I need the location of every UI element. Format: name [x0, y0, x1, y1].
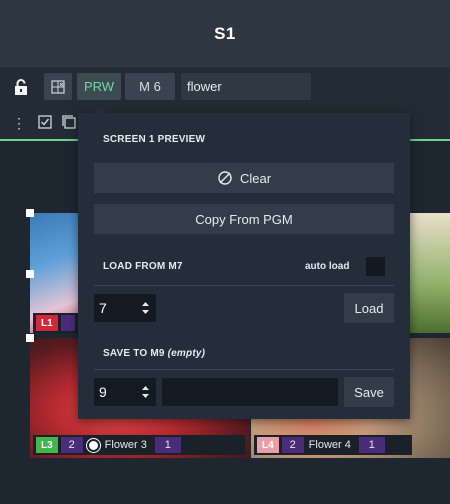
layer-tag: L1 — [36, 315, 58, 331]
save-memory-value: 9 — [99, 384, 107, 400]
stepper-arrows-icon[interactable] — [141, 300, 150, 316]
memory-name-field[interactable] — [181, 73, 311, 100]
layer-4-label-bar: L4 2 Flower 4 1 — [254, 435, 412, 455]
auto-load-label: auto load — [305, 261, 350, 272]
resize-handle[interactable] — [26, 209, 34, 217]
copy-check-icon[interactable] — [62, 115, 76, 129]
load-memory-stepper[interactable]: 7 — [94, 294, 156, 322]
checklist-icon[interactable] — [38, 115, 52, 129]
layer-number: 2 — [281, 437, 304, 453]
divider — [94, 285, 394, 286]
more-icon[interactable]: ⋮ — [12, 115, 26, 132]
resize-handle[interactable] — [26, 334, 34, 342]
preview-section-title: SCREEN 1 PREVIEW — [103, 134, 206, 145]
layer-tag: L3 — [36, 437, 58, 453]
auto-load-checkbox[interactable] — [366, 257, 385, 276]
memory-button[interactable]: M 6 — [125, 73, 175, 100]
popup-caret — [93, 106, 107, 113]
layer-1-label-bar: L1 — [33, 313, 83, 333]
load-section-title: LOAD FROM M7 — [103, 261, 183, 272]
stepper-arrows-icon[interactable] — [141, 384, 150, 400]
save-memory-stepper[interactable]: 9 — [94, 378, 156, 406]
layer-count: 1 — [358, 437, 385, 453]
layer-number: 2 — [60, 437, 83, 453]
layer-tag: L4 — [257, 437, 279, 453]
clear-button[interactable]: Clear — [94, 163, 394, 193]
save-name-input[interactable] — [162, 378, 338, 406]
resize-handle[interactable] — [26, 270, 34, 278]
toolbar: PRW M 6 — [0, 67, 450, 109]
layer-2-thumbnail[interactable] — [410, 213, 450, 333]
layer-count: 1 — [154, 437, 181, 453]
layout-button[interactable] — [44, 73, 72, 100]
lock-icon[interactable] — [14, 79, 28, 95]
title-bar: S1 — [0, 0, 450, 67]
window-title: S1 — [214, 23, 236, 43]
layer-name: Flower 3 — [104, 439, 147, 451]
load-button[interactable]: Load — [344, 293, 394, 323]
copy-from-pgm-button[interactable]: Copy From PGM — [94, 204, 394, 234]
layer-3-label-bar: L3 2 Flower 3 1 — [33, 435, 245, 455]
screen-preview-popup: SCREEN 1 PREVIEW Clear Copy From PGM LOA… — [78, 106, 410, 419]
clear-label: Clear — [239, 170, 272, 186]
layer-number — [60, 315, 75, 331]
divider — [94, 369, 394, 370]
record-dot-icon — [86, 438, 100, 452]
clear-icon — [218, 171, 232, 185]
preview-toggle-button[interactable]: PRW — [77, 73, 121, 100]
save-section-title: SAVE TO M9 (empty) — [103, 348, 206, 359]
load-memory-value: 7 — [99, 300, 107, 316]
save-status: (empty) — [167, 348, 206, 359]
layer-name: Flower 4 — [308, 439, 351, 451]
layout-icon — [51, 79, 65, 94]
save-button[interactable]: Save — [344, 377, 394, 407]
